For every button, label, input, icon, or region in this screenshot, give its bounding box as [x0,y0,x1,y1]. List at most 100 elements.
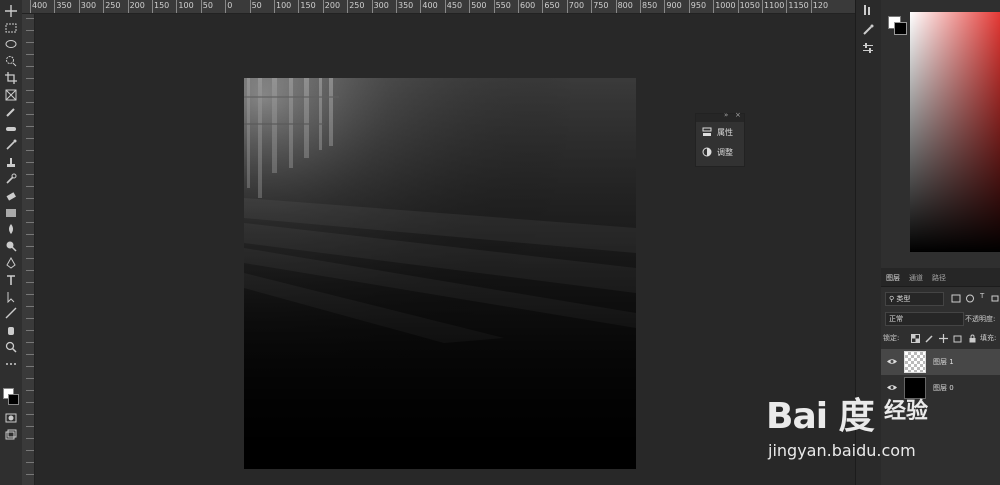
screen-mode-icon[interactable] [3,428,19,442]
tab-channels[interactable]: 通道 [904,268,927,283]
background-swatch[interactable] [894,22,907,35]
ruler-tick [103,0,105,13]
ruler-label: 200 [129,1,145,10]
opacity-label: 不透明度: [965,315,996,323]
ruler-tick [26,318,34,319]
layer-filter-select[interactable]: ⚲ 类型 [885,292,944,306]
shape-filter-icon[interactable] [990,294,1000,303]
ruler-tick [688,0,690,13]
ruler-tick [26,246,34,247]
tab-layers[interactable]: 图层 [881,268,904,283]
color-picker-field[interactable] [910,12,1000,252]
zoom-icon[interactable] [3,340,19,354]
eyedropper-icon[interactable] [3,105,19,119]
ruler-tick [26,102,34,103]
history-icon[interactable] [862,4,874,16]
close-icon[interactable]: × [735,111,741,119]
healing-icon[interactable] [3,122,19,136]
search-icon: ⚲ [889,295,895,303]
ruler-label: 650 [544,1,560,10]
ruler-label: 0 [227,1,233,10]
ruler-tick [26,282,34,283]
properties-item[interactable]: 属性 [696,122,744,142]
lock-artboard-icon[interactable] [953,334,962,343]
stamp-icon[interactable] [3,155,19,169]
layer-row[interactable]: 图层 1 [881,349,1000,375]
ruler-tick [26,222,34,223]
lock-label: 锁定: [883,334,900,342]
adjustments-item[interactable]: 调整 [696,142,744,162]
eraser-icon[interactable] [3,189,19,203]
document-canvas[interactable] [244,78,636,469]
ruler-tick [26,258,34,259]
path-select-icon[interactable] [3,290,19,304]
hand-icon[interactable] [3,323,19,337]
lock-transparent-icon[interactable] [911,334,920,343]
frame-icon[interactable] [3,88,19,102]
ruler-tick [26,354,34,355]
type-icon[interactable] [3,273,19,287]
ruler-label: 100 [178,1,194,10]
ruler-tick [26,426,34,427]
ruler-label: 100 [276,1,292,10]
blend-row: 正常 不透明度: [883,312,1000,326]
blur-icon[interactable] [3,222,19,236]
gradient-icon[interactable] [3,206,19,220]
ruler-tick [444,0,446,13]
tab-paths[interactable]: 路径 [927,268,950,283]
ruler-tick [786,0,788,13]
ruler-tick [26,342,34,343]
crop-icon[interactable] [3,71,19,85]
lock-all-icon[interactable] [968,334,977,343]
quick-select-icon[interactable] [3,54,19,68]
pen-icon[interactable] [3,256,19,270]
tools-panel [0,0,23,485]
ruler-label: 200 [324,1,341,10]
type-filter-icon[interactable]: T [980,292,984,300]
panel-header: » × [696,111,744,122]
ruler-label: 300 [80,1,97,10]
ruler-tick [371,0,373,13]
ruler-label: 350 [398,1,414,10]
lock-pixels-icon[interactable] [925,334,934,343]
brush-icon[interactable] [3,138,19,152]
ruler-label: 900 [666,1,682,10]
background-color-swatch[interactable] [8,394,19,405]
adjust-sliders-icon[interactable] [862,42,874,54]
lock-row: 锁定: 填充: [883,332,1000,346]
ruler-label: 150 [300,1,316,10]
ruler-tick [26,162,34,163]
lasso-icon[interactable] [3,38,19,52]
ruler-tick [26,414,34,415]
ruler-label: 800 [617,1,633,10]
quick-mask-icon[interactable] [3,411,19,425]
line-icon[interactable] [3,306,19,320]
baidu-logo: Bai 度 [766,396,875,437]
pixel-filter-icon[interactable] [951,294,961,303]
history-brush-icon[interactable] [3,172,19,186]
move-icon[interactable] [3,4,19,18]
ruler-tick [26,438,34,439]
more-tools-icon[interactable] [3,357,19,371]
layer-name[interactable]: 图层 1 [933,357,954,367]
ruler-tick [762,0,763,13]
visibility-eye-icon[interactable] [886,358,898,367]
marquee-icon[interactable] [3,21,19,35]
lock-position-icon[interactable] [939,334,948,343]
ruler-tick [200,0,202,13]
adjustment-filter-icon[interactable] [965,294,975,303]
collapse-icon[interactable]: » [724,111,728,119]
ruler-tick [26,378,34,379]
ruler-tick [26,66,34,67]
dodge-icon[interactable] [3,239,19,253]
ruler-label: 50 [202,1,213,10]
ruler-tick [26,78,34,79]
ruler-label: 150 [154,1,170,10]
ruler-tick [396,0,397,13]
ruler-tick [26,42,34,43]
ruler-tick [26,186,34,187]
ruler-tick [30,0,31,13]
blend-mode-select[interactable]: 正常 [885,312,964,326]
brush-settings-icon[interactable] [862,24,874,36]
ruler-tick [78,0,80,13]
